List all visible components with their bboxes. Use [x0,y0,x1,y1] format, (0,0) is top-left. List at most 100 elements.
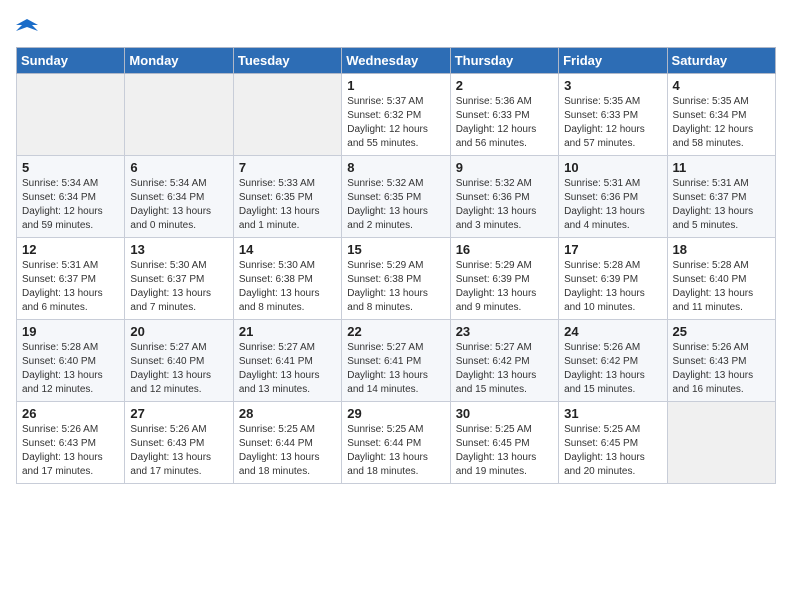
calendar-cell: 11Sunrise: 5:31 AM Sunset: 6:37 PM Dayli… [667,155,775,237]
calendar-cell: 5 Sunrise: 5:34 AM Sunset: 6:34 PM Daylig… [17,155,125,237]
calendar-week-row: 26 Sunrise: 5:26 AM Sunset: 6:43 PM Dayli… [17,401,776,483]
day-info: Sunrise: 5:32 AM Sunset: 6:36 PM Dayligh… [456,177,553,233]
calendar-cell: 15 Sunrise: 5:29 AM Sunset: 6:38 PM Dayli… [342,237,450,319]
calendar-cell: 18 Sunrise: 5:28 AM Sunset: 6:40 PM Dayli… [667,237,775,319]
calendar-cell: 10 Sunrise: 5:31 AM Sunset: 6:36 PM Dayli… [559,155,667,237]
calendar-cell: 24 Sunrise: 5:26 AM Sunset: 6:42 PM Dayli… [559,319,667,401]
calendar-table: SundayMondayTuesdayWednesdayThursdayFrid… [16,47,776,484]
day-info: Sunrise: 5:37 AM Sunset: 6:32 PM Dayligh… [347,95,444,151]
calendar-cell: 16 Sunrise: 5:29 AM Sunset: 6:39 PM Dayli… [450,237,558,319]
calendar-week-row: 12 Sunrise: 5:31 AM Sunset: 6:37 PM Dayli… [17,237,776,319]
day-info: Sunrise: 5:31 AM Sunset: 6:36 PM Dayligh… [564,177,661,233]
header-wednesday: Wednesday [342,47,450,73]
calendar-cell: 29 Sunrise: 5:25 AM Sunset: 6:44 PM Dayli… [342,401,450,483]
calendar-cell: 23Sunrise: 5:27 AM Sunset: 6:42 PM Dayli… [450,319,558,401]
day-info: Sunrise: 5:32 AM Sunset: 6:35 PM Dayligh… [347,177,444,233]
day-info: Sunrise: 5:25 AM Sunset: 6:44 PM Dayligh… [239,423,336,479]
day-number: 15 [347,242,444,257]
day-number: 26 [22,406,119,421]
calendar-cell: 20 Sunrise: 5:27 AM Sunset: 6:40 PM Dayli… [125,319,233,401]
day-info: Sunrise: 5:26 AM Sunset: 6:43 PM Dayligh… [22,423,119,479]
calendar-cell: 17Sunrise: 5:28 AM Sunset: 6:39 PM Dayli… [559,237,667,319]
day-info: Sunrise: 5:27 AM Sunset: 6:40 PM Dayligh… [130,341,227,397]
day-info: Sunrise: 5:34 AM Sunset: 6:34 PM Dayligh… [22,177,119,233]
day-number: 19 [22,324,119,339]
day-number: 6 [130,160,227,175]
calendar-cell [125,73,233,155]
day-number: 21 [239,324,336,339]
calendar-cell: 21 Sunrise: 5:27 AM Sunset: 6:41 PM Dayli… [233,319,341,401]
day-info: Sunrise: 5:26 AM Sunset: 6:43 PM Dayligh… [673,341,770,397]
day-info: Sunrise: 5:25 AM Sunset: 6:44 PM Dayligh… [347,423,444,479]
calendar-cell: 25 Sunrise: 5:26 AM Sunset: 6:43 PM Dayli… [667,319,775,401]
calendar-cell: 2 Sunrise: 5:36 AM Sunset: 6:33 PM Daylig… [450,73,558,155]
calendar-cell: 26 Sunrise: 5:26 AM Sunset: 6:43 PM Dayli… [17,401,125,483]
header [16,16,776,39]
day-number: 12 [22,242,119,257]
calendar-cell: 8Sunrise: 5:32 AM Sunset: 6:35 PM Daylig… [342,155,450,237]
calendar-cell [17,73,125,155]
calendar-cell: 28 Sunrise: 5:25 AM Sunset: 6:44 PM Dayli… [233,401,341,483]
header-tuesday: Tuesday [233,47,341,73]
day-number: 7 [239,160,336,175]
calendar-week-row: 1 Sunrise: 5:37 AM Sunset: 6:32 PM Daylig… [17,73,776,155]
day-number: 9 [456,160,553,175]
calendar-cell: 19Sunrise: 5:28 AM Sunset: 6:40 PM Dayli… [17,319,125,401]
day-number: 31 [564,406,661,421]
day-number: 4 [673,78,770,93]
day-number: 16 [456,242,553,257]
day-info: Sunrise: 5:34 AM Sunset: 6:34 PM Dayligh… [130,177,227,233]
calendar-week-row: 5 Sunrise: 5:34 AM Sunset: 6:34 PM Daylig… [17,155,776,237]
calendar-cell [667,401,775,483]
day-info: Sunrise: 5:31 AM Sunset: 6:37 PM Dayligh… [22,259,119,315]
day-number: 1 [347,78,444,93]
day-info: Sunrise: 5:27 AM Sunset: 6:41 PM Dayligh… [239,341,336,397]
day-info: Sunrise: 5:29 AM Sunset: 6:38 PM Dayligh… [347,259,444,315]
day-number: 29 [347,406,444,421]
calendar-cell: 30Sunrise: 5:25 AM Sunset: 6:45 PM Dayli… [450,401,558,483]
logo-bird-icon [16,17,38,39]
day-info: Sunrise: 5:25 AM Sunset: 6:45 PM Dayligh… [456,423,553,479]
day-number: 5 [22,160,119,175]
header-friday: Friday [559,47,667,73]
day-number: 17 [564,242,661,257]
day-info: Sunrise: 5:26 AM Sunset: 6:43 PM Dayligh… [130,423,227,479]
day-info: Sunrise: 5:25 AM Sunset: 6:45 PM Dayligh… [564,423,661,479]
header-saturday: Saturday [667,47,775,73]
day-number: 27 [130,406,227,421]
day-info: Sunrise: 5:28 AM Sunset: 6:40 PM Dayligh… [673,259,770,315]
day-number: 18 [673,242,770,257]
calendar-week-row: 19Sunrise: 5:28 AM Sunset: 6:40 PM Dayli… [17,319,776,401]
day-info: Sunrise: 5:33 AM Sunset: 6:35 PM Dayligh… [239,177,336,233]
calendar-header-row: SundayMondayTuesdayWednesdayThursdayFrid… [17,47,776,73]
calendar-cell: 4Sunrise: 5:35 AM Sunset: 6:34 PM Daylig… [667,73,775,155]
day-number: 25 [673,324,770,339]
calendar-cell: 3Sunrise: 5:35 AM Sunset: 6:33 PM Daylig… [559,73,667,155]
calendar-cell: 22 Sunrise: 5:27 AM Sunset: 6:41 PM Dayli… [342,319,450,401]
day-info: Sunrise: 5:36 AM Sunset: 6:33 PM Dayligh… [456,95,553,151]
calendar-cell: 9 Sunrise: 5:32 AM Sunset: 6:36 PM Daylig… [450,155,558,237]
calendar-cell: 6 Sunrise: 5:34 AM Sunset: 6:34 PM Daylig… [125,155,233,237]
header-thursday: Thursday [450,47,558,73]
header-sunday: Sunday [17,47,125,73]
calendar-cell: 1 Sunrise: 5:37 AM Sunset: 6:32 PM Daylig… [342,73,450,155]
calendar-cell: 31 Sunrise: 5:25 AM Sunset: 6:45 PM Dayli… [559,401,667,483]
calendar-cell: 14Sunrise: 5:30 AM Sunset: 6:38 PM Dayli… [233,237,341,319]
day-info: Sunrise: 5:27 AM Sunset: 6:41 PM Dayligh… [347,341,444,397]
day-number: 28 [239,406,336,421]
logo-text [16,16,38,39]
day-number: 22 [347,324,444,339]
logo [16,16,38,39]
day-number: 20 [130,324,227,339]
day-number: 2 [456,78,553,93]
calendar-cell: 27 Sunrise: 5:26 AM Sunset: 6:43 PM Dayli… [125,401,233,483]
day-number: 24 [564,324,661,339]
day-info: Sunrise: 5:26 AM Sunset: 6:42 PM Dayligh… [564,341,661,397]
day-number: 13 [130,242,227,257]
calendar-cell: 7 Sunrise: 5:33 AM Sunset: 6:35 PM Daylig… [233,155,341,237]
day-info: Sunrise: 5:29 AM Sunset: 6:39 PM Dayligh… [456,259,553,315]
day-number: 10 [564,160,661,175]
calendar-cell: 13Sunrise: 5:30 AM Sunset: 6:37 PM Dayli… [125,237,233,319]
calendar-cell: 12 Sunrise: 5:31 AM Sunset: 6:37 PM Dayli… [17,237,125,319]
day-info: Sunrise: 5:30 AM Sunset: 6:38 PM Dayligh… [239,259,336,315]
